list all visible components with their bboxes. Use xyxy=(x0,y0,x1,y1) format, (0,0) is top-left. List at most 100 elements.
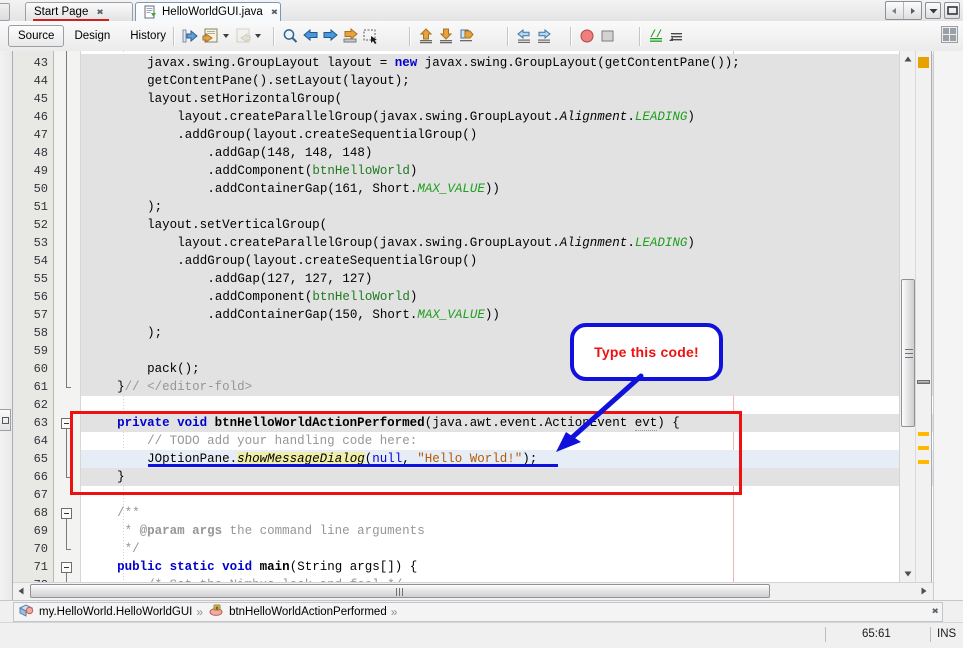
view-button-design[interactable]: Design xyxy=(64,25,120,47)
chevron-down-icon[interactable] xyxy=(223,34,229,38)
vertical-scrollbar-thumb[interactable] xyxy=(901,279,915,427)
tab-scroll-buttons[interactable] xyxy=(885,1,922,20)
code-line[interactable]: .addContainerGap(161, Short.MAX_VALUE)) xyxy=(207,180,500,198)
breadcrumb-label: btnHelloWorldActionPerformed xyxy=(229,606,387,618)
close-icon[interactable]: ✖ xyxy=(271,7,278,16)
toggle-highlight-icon[interactable] xyxy=(340,25,360,47)
shift-left-icon[interactable] xyxy=(514,25,534,47)
line-number: 61 xyxy=(33,380,48,394)
code-line[interactable]: pack(); xyxy=(147,360,200,378)
view-button-source[interactable]: Source xyxy=(8,24,65,47)
line-number: 54 xyxy=(33,254,48,268)
code-line[interactable]: javax.swing.GroupLayout layout = new jav… xyxy=(147,54,740,72)
forward-navigate-icon[interactable] xyxy=(232,25,252,47)
find-next-icon[interactable] xyxy=(320,25,340,47)
find-previous-icon[interactable] xyxy=(300,25,320,47)
line-number: 48 xyxy=(33,146,48,160)
guarded-block-highlight xyxy=(81,360,933,378)
nav-forward-arrow-icon[interactable] xyxy=(903,2,921,19)
close-icon[interactable]: ✖ xyxy=(931,607,938,616)
stop-macro-recording-icon[interactable] xyxy=(597,25,617,47)
scroll-down-button[interactable] xyxy=(900,566,916,582)
horizontal-scrollbar-thumb[interactable] xyxy=(30,584,770,598)
breadcrumb-item-class[interactable]: my.HelloWorld.HelloWorldGUI xyxy=(18,604,192,620)
close-icon[interactable]: ✖ xyxy=(96,7,103,16)
insert-mode-indicator[interactable]: INS xyxy=(937,628,956,640)
warning-marker[interactable] xyxy=(918,432,929,436)
caret-position-indicator[interactable]: 65:61 xyxy=(862,628,891,640)
back-navigate-icon[interactable] xyxy=(200,25,220,47)
collapsed-panel-tab[interactable] xyxy=(0,409,11,431)
line-number: 47 xyxy=(33,128,48,142)
scroll-right-button[interactable] xyxy=(916,583,932,599)
grid-panels-icon[interactable] xyxy=(941,26,958,43)
chevron-down-icon[interactable] xyxy=(255,34,261,38)
comment-icon[interactable]: // xyxy=(646,25,666,47)
next-bookmark-icon[interactable] xyxy=(436,25,456,47)
toolbar-group-macro xyxy=(565,25,617,47)
line-number: 51 xyxy=(33,200,48,214)
code-line[interactable]: getContentPane().setLayout(layout); xyxy=(147,72,410,90)
line-number: 45 xyxy=(33,92,48,106)
start-macro-recording-icon[interactable] xyxy=(577,25,597,47)
chevron-right-icon: » xyxy=(196,605,204,619)
guarded-block-highlight xyxy=(81,342,933,360)
code-line[interactable]: layout.setVerticalGroup( xyxy=(147,216,327,234)
toolbar-separator xyxy=(409,26,411,46)
scroll-left-button[interactable] xyxy=(13,583,29,599)
line-number: 43 xyxy=(33,56,48,70)
line-number: 58 xyxy=(33,326,48,340)
code-line[interactable]: .addGap(127, 127, 127) xyxy=(207,270,372,288)
warning-marker[interactable] xyxy=(918,446,929,450)
code-line[interactable]: .addGap(148, 148, 148) xyxy=(207,144,372,162)
code-line[interactable]: ); xyxy=(147,324,162,342)
line-number: 46 xyxy=(33,110,48,124)
fold-range-line xyxy=(66,519,67,549)
previous-bookmark-icon[interactable] xyxy=(416,25,436,47)
code-line[interactable]: layout.setHorizontalGroup( xyxy=(147,90,342,108)
annotation-overview-strip[interactable] xyxy=(915,51,932,582)
code-line[interactable]: layout.createParallelGroup(javax.swing.G… xyxy=(177,234,695,252)
code-fold-column[interactable] xyxy=(54,51,81,586)
nav-back-arrow-icon[interactable] xyxy=(886,2,903,19)
warning-marker[interactable] xyxy=(918,57,929,68)
find-selection-icon[interactable] xyxy=(280,25,300,47)
code-line[interactable]: }// </editor-fold> xyxy=(117,378,252,396)
maximize-window-button[interactable] xyxy=(944,2,960,19)
code-line[interactable]: public static void main(String args[]) { xyxy=(117,558,417,576)
fold-toggle[interactable] xyxy=(61,562,72,573)
code-line[interactable]: .addGroup(layout.createSequentialGroup() xyxy=(177,252,477,270)
source-editor[interactable]: 43 44 45 46 47 48 49 50 51 52 53 54 55 56 57 58 59 60 61 62… xyxy=(13,51,934,600)
horizontal-scrollbar[interactable] xyxy=(13,582,933,600)
code-line[interactable]: */ xyxy=(125,540,140,558)
scroll-up-button[interactable] xyxy=(900,51,916,67)
warning-marker[interactable] xyxy=(918,460,929,464)
line-number: 62 xyxy=(33,398,48,412)
code-line[interactable]: ); xyxy=(147,198,162,216)
toggle-bookmark-icon[interactable] xyxy=(456,25,476,47)
line-number: 63 xyxy=(33,416,48,430)
tab-dropdown-button[interactable] xyxy=(925,2,941,19)
code-line[interactable]: layout.createParallelGroup(javax.swing.G… xyxy=(177,108,695,126)
last-edit-icon[interactable] xyxy=(180,25,200,47)
shift-right-icon[interactable] xyxy=(534,25,554,47)
code-line[interactable]: .addComponent(btnHelloWorld) xyxy=(207,162,417,180)
toggle-rectangular-selection-icon[interactable] xyxy=(360,25,380,47)
code-line[interactable]: /** xyxy=(117,504,140,522)
fold-toggle[interactable] xyxy=(61,508,72,519)
code-line[interactable]: .addGroup(layout.createSequentialGroup() xyxy=(177,126,477,144)
editor-tab-helloworldgui-java[interactable]: HelloWorldGUI.java ✖ xyxy=(135,2,281,21)
toolbar-separator xyxy=(173,26,175,46)
breadcrumb-item-method[interactable]: btnHelloWorldActionPerformed xyxy=(209,604,387,620)
code-line[interactable]: .addContainerGap(150, Short.MAX_VALUE)) xyxy=(207,306,500,324)
code-line[interactable]: * @param args the command line arguments xyxy=(125,522,425,540)
vertical-scrollbar[interactable] xyxy=(899,51,916,582)
toolbar-group-search xyxy=(268,25,380,47)
breadcrumb: my.HelloWorld.HelloWorldGUI » btnHelloWo… xyxy=(13,602,943,622)
status-separator xyxy=(930,627,931,642)
line-number: 71 xyxy=(33,560,48,574)
code-text-area[interactable]: javax.swing.GroupLayout layout = new jav… xyxy=(81,51,933,582)
uncomment-icon[interactable] xyxy=(666,25,686,47)
tab-list-edge-button[interactable] xyxy=(0,3,10,21)
code-line[interactable]: .addComponent(btnHelloWorld) xyxy=(207,288,417,306)
